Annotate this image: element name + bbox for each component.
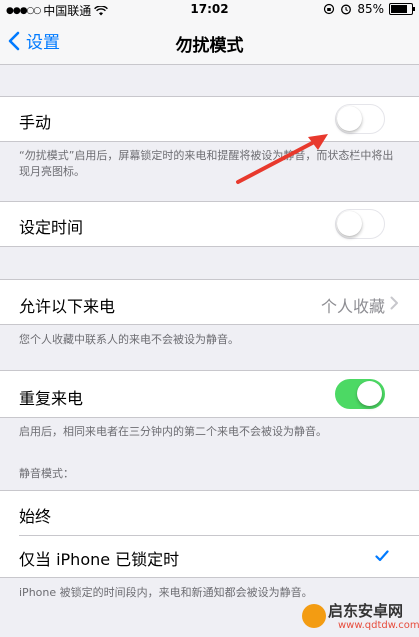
status-bar: ●●●○○ 中国联通 17:02 85% bbox=[0, 0, 419, 20]
repeated-calls-toggle[interactable] bbox=[335, 379, 385, 409]
option-label: 仅当 iPhone 已锁定时 bbox=[19, 550, 180, 569]
repeated-calls-row: 重复来电 bbox=[0, 370, 419, 418]
battery-icon bbox=[389, 3, 415, 15]
manual-row: 手动 bbox=[0, 96, 419, 142]
silence-option-always[interactable]: 始终 bbox=[0, 491, 419, 535]
manual-toggle[interactable] bbox=[335, 104, 385, 134]
allow-calls-footnote: 您个人收藏中联系人的来电不会被设为静音。 bbox=[19, 333, 239, 346]
battery-percent: 85% bbox=[357, 2, 384, 16]
watermark-logo-icon bbox=[302, 604, 326, 628]
alarm-icon bbox=[341, 4, 352, 15]
status-right: 85% bbox=[323, 2, 415, 16]
page-title: 勿扰模式 bbox=[175, 36, 244, 56]
silence-section-header: 静音模式： bbox=[19, 467, 74, 480]
repeated-calls-footnote: 启用后，相同来电者在三分钟内的第二个来电不会被设为静音。 bbox=[19, 425, 327, 438]
checkmark-icon bbox=[375, 550, 389, 562]
chevron-right-icon bbox=[390, 296, 398, 310]
manual-label: 手动 bbox=[19, 113, 52, 132]
silence-options-group: 始终 仅当 iPhone 已锁定时 bbox=[0, 490, 419, 578]
watermark: 启东安卓网 www.qdtdw.com bbox=[300, 600, 419, 637]
allow-calls-value: 个人收藏 bbox=[320, 297, 385, 316]
allow-calls-label: 允许以下来电 bbox=[19, 297, 116, 316]
navigation-bar: 设置 勿扰模式 bbox=[0, 20, 419, 65]
option-label: 始终 bbox=[19, 507, 52, 526]
rotation-lock-icon bbox=[324, 3, 335, 15]
allow-calls-row[interactable]: 允许以下来电 个人收藏 bbox=[0, 279, 419, 325]
repeated-calls-label: 重复来电 bbox=[19, 389, 84, 408]
watermark-url: www.qdtdw.com bbox=[338, 620, 419, 631]
annotation-arrow-icon bbox=[236, 134, 328, 184]
silence-option-locked[interactable]: 仅当 iPhone 已锁定时 bbox=[0, 535, 419, 579]
silence-footnote: iPhone 被锁定的时间段内，来电和新通知都会被设为静音。 bbox=[19, 586, 313, 599]
scheduled-row: 设定时间 bbox=[0, 201, 419, 247]
watermark-text: 启东安卓网 bbox=[328, 602, 404, 620]
scheduled-label: 设定时间 bbox=[19, 218, 84, 237]
scheduled-toggle[interactable] bbox=[335, 209, 385, 239]
